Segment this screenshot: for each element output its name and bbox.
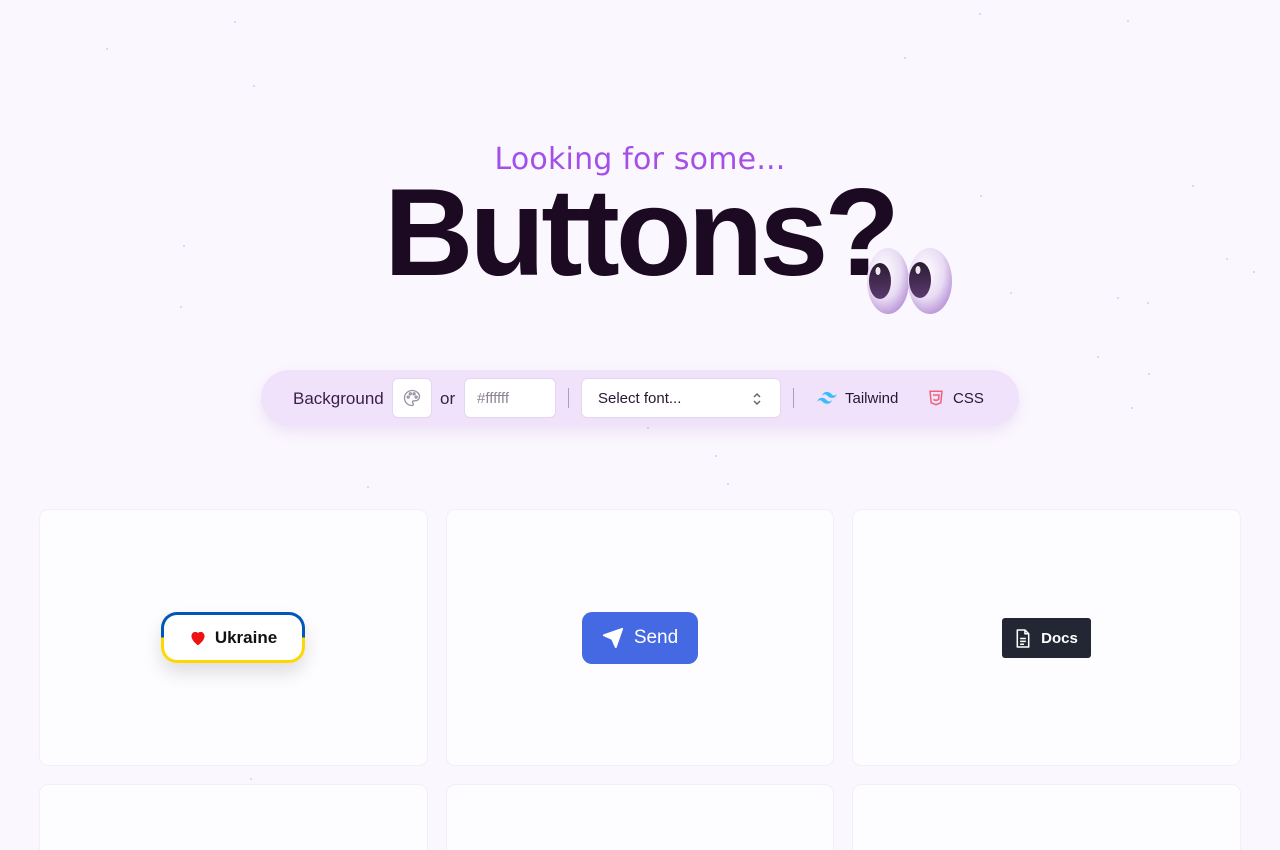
eyes-icon bbox=[867, 248, 952, 314]
toolbar-divider bbox=[568, 388, 569, 408]
hex-color-input[interactable] bbox=[464, 378, 556, 418]
button-card bbox=[40, 785, 427, 850]
button-card bbox=[447, 785, 833, 850]
or-label: or bbox=[440, 389, 456, 408]
paper-plane-icon bbox=[602, 627, 623, 649]
css-toggle[interactable]: CSS bbox=[927, 378, 984, 418]
background-label: Background bbox=[293, 389, 384, 408]
docs-button-label: Docs bbox=[1041, 629, 1078, 647]
button-card bbox=[853, 785, 1240, 850]
hero-title: Buttons? bbox=[383, 164, 900, 302]
color-picker-button[interactable] bbox=[392, 378, 432, 418]
document-icon bbox=[1016, 628, 1030, 648]
toolbar: Background or Select font... Tailwind CS… bbox=[261, 370, 1019, 426]
chevron-updown-icon bbox=[753, 392, 761, 406]
ukraine-button-label: Ukraine bbox=[214, 627, 278, 647]
font-select[interactable]: Select font... bbox=[581, 378, 781, 418]
css-label: CSS bbox=[953, 389, 984, 407]
toolbar-divider bbox=[793, 388, 794, 408]
palette-icon bbox=[403, 389, 421, 407]
docs-button[interactable]: Docs bbox=[1002, 618, 1091, 658]
ukraine-button[interactable]: Ukraine bbox=[161, 612, 305, 663]
css3-icon bbox=[929, 390, 943, 406]
heart-icon bbox=[191, 631, 205, 645]
send-button[interactable]: Send bbox=[582, 612, 698, 664]
font-select-label: Select font... bbox=[598, 389, 682, 407]
tailwind-icon bbox=[817, 392, 837, 404]
tailwind-label: Tailwind bbox=[845, 389, 899, 407]
tailwind-toggle[interactable]: Tailwind bbox=[817, 378, 898, 418]
send-button-label: Send bbox=[633, 627, 679, 648]
